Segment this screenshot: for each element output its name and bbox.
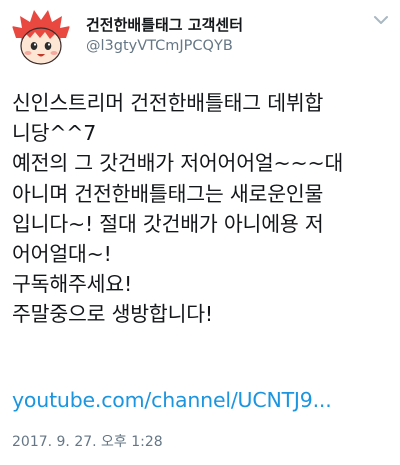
tweet-header: 건전한배틀태그 고객센터 @l3gtyVTCmJPCQYB bbox=[0, 0, 400, 75]
youtube-channel-link[interactable]: youtube.com/channel/UCNTJ9... bbox=[12, 388, 332, 412]
tweet-line: 니당^^7 bbox=[12, 121, 97, 146]
tweet-line: 어어얼대~! bbox=[12, 241, 112, 266]
tweet-line: 신인스트리머 건전한배틀태그 데뷔합 bbox=[12, 91, 324, 115]
cartoon-face-avatar-icon bbox=[12, 10, 70, 65]
tweet-line: 구독해주세요! bbox=[12, 272, 132, 297]
tweet-line: 아니며 건전한배틀태그는 새로운인물 bbox=[12, 181, 324, 206]
tweet-text: 신인스트리머 건전한배틀태그 데뷔합 니당^^7 예전의 그 갓건배가 저어어어… bbox=[12, 88, 398, 330]
user-handle[interactable]: @l3gtyVTCmJPCQYB bbox=[86, 38, 233, 54]
avatar[interactable] bbox=[10, 8, 72, 70]
tweet-line: 주말중으로 생방합니다! bbox=[12, 302, 213, 327]
tweet-timestamp[interactable]: 2017. 9. 27. 오후 1:28 bbox=[12, 431, 163, 451]
tweet-line: 입니다~! 절대 갓건배가 아니에용 저 bbox=[12, 211, 324, 236]
tweet-line: 예전의 그 갓건배가 저어어어얼~~~대 bbox=[12, 151, 344, 176]
display-name[interactable]: 건전한배틀태그 고객센터 bbox=[86, 14, 243, 35]
chevron-down-icon[interactable] bbox=[372, 12, 390, 26]
